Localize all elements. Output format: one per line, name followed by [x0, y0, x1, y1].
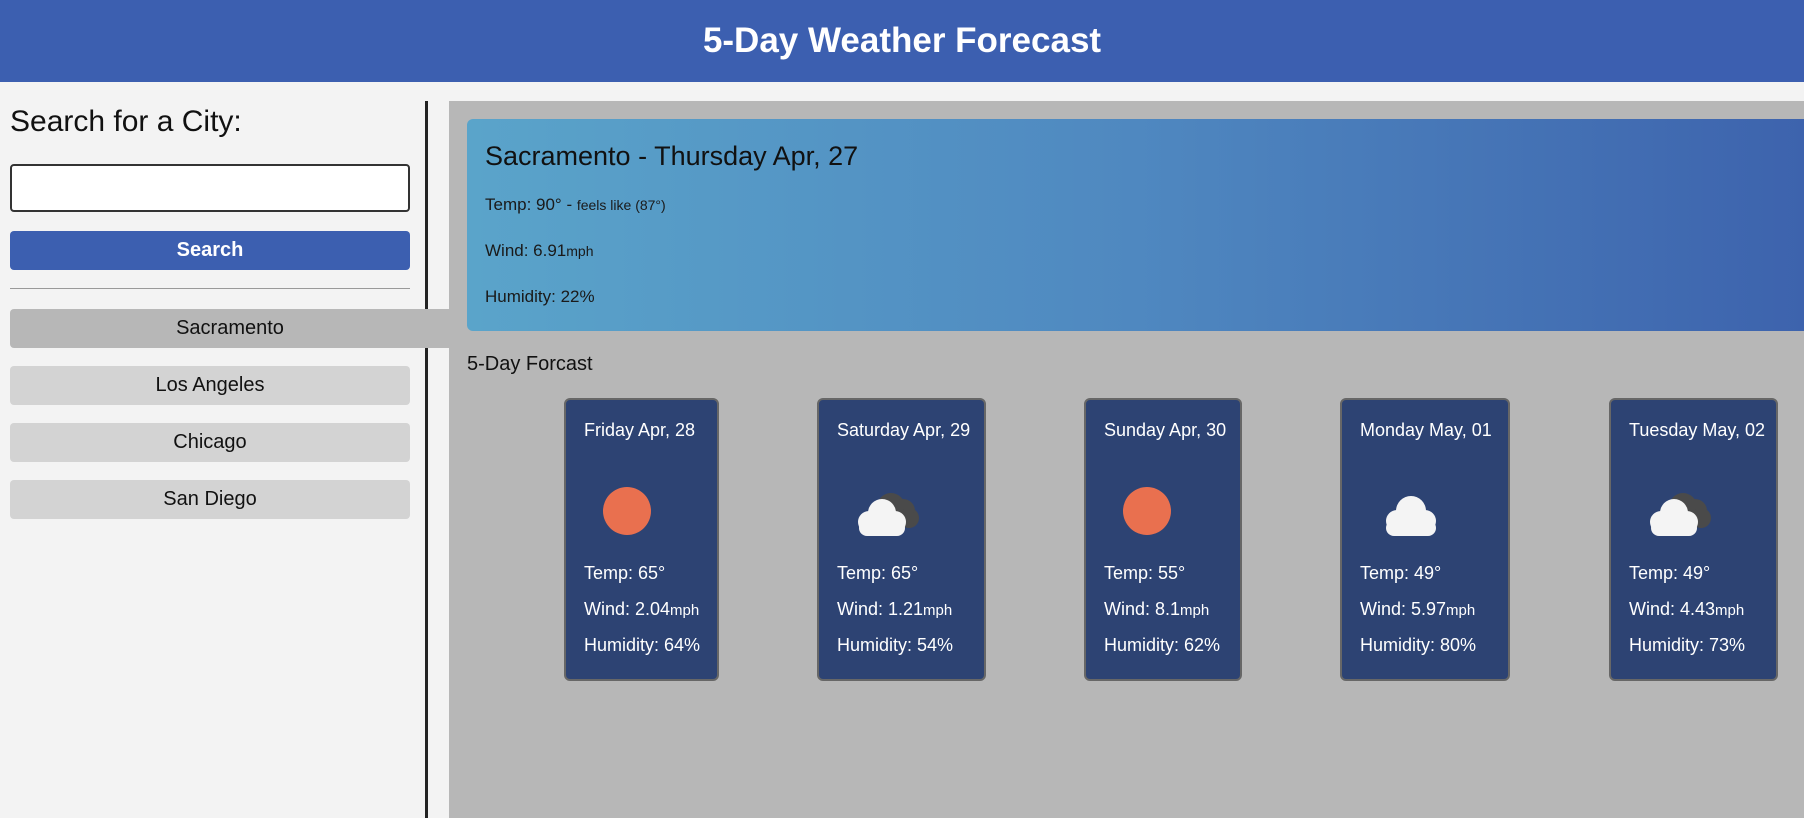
forecast-wind: Wind: 1.21mph — [837, 599, 952, 620]
forecast-temp: Temp: 49° — [1629, 563, 1711, 583]
forecast-temp: Temp: 65° — [584, 563, 666, 583]
forecast-temp: Temp: 55° — [1104, 563, 1186, 583]
divider — [10, 288, 410, 289]
forecast-temp: Temp: 49° — [1360, 563, 1442, 583]
forecast-wind-unit: mph — [1446, 602, 1476, 619]
search-button[interactable]: Search — [10, 231, 410, 270]
search-input[interactable] — [10, 164, 410, 212]
forecast-humidity: Humidity: 73% — [1629, 635, 1746, 655]
current-temp-value: Temp: 90° - — [485, 195, 573, 214]
current-feels-like: feels like (87°) — [576, 197, 666, 213]
forecast-wind-unit: mph — [1180, 602, 1210, 619]
forecast-wind: Wind: 2.04mph — [584, 599, 699, 620]
search-history: Sacramento Los Angeles Chicago San Diego — [10, 309, 450, 537]
current-wind-unit: mph — [566, 243, 594, 259]
forecast-humidity: Humidity: 54% — [837, 635, 954, 655]
current-wind-value: Wind: 6.91 — [485, 241, 567, 260]
forecast-humidity: Humidity: 62% — [1104, 635, 1221, 655]
history-item-chicago[interactable]: Chicago — [10, 423, 410, 462]
forecast-date: Tuesday May, 02 — [1629, 420, 1766, 440]
sun-icon — [602, 480, 672, 540]
forecast-card: Sunday Apr, 30 Temp: 55° Wind: 8.1mph Hu… — [1084, 398, 1242, 681]
sidebar: Search for a City: Search Sacramento Los… — [0, 101, 450, 818]
forecast-date: Monday May, 01 — [1360, 420, 1492, 440]
partly-cloudy-icon — [851, 480, 921, 540]
forecast-date: Sunday Apr, 30 — [1104, 420, 1227, 440]
history-item-los-angeles[interactable]: Los Angeles — [10, 366, 410, 405]
main-panel: Sacramento - Thursday Apr, 27 Temp: 90° … — [449, 101, 1804, 818]
history-item-san-diego[interactable]: San Diego — [10, 480, 410, 519]
current-temp: Temp: 90° - feels like (87°) — [485, 192, 1786, 218]
cloud-icon — [1378, 480, 1448, 540]
forecast-temp: Temp: 65° — [837, 563, 919, 583]
page-title: 5-Day Weather Forecast — [702, 21, 1102, 60]
forecast-humidity: Humidity: 64% — [584, 635, 701, 655]
forecast-wind: Wind: 4.43mph — [1629, 599, 1744, 620]
forecast-date: Saturday Apr, 29 — [837, 420, 971, 440]
forecast-card: Friday Apr, 28 Temp: 65° Wind: 2.04mph H… — [564, 398, 719, 681]
forecast-date: Friday Apr, 28 — [584, 420, 696, 440]
search-label: Search for a City: — [10, 105, 242, 138]
partly-cloudy-icon — [1643, 480, 1713, 540]
forecast-card: Saturday Apr, 29 Temp: 65° Wind: 1.21mph — [817, 398, 986, 681]
forecast-wind-unit: mph — [1715, 602, 1745, 619]
forecast-wind-value: Wind: 2.04 — [584, 599, 671, 619]
forecast-wind-value: Wind: 5.97 — [1360, 599, 1447, 619]
forecast-title: 5-Day Forcast — [467, 353, 593, 375]
app-header: 5-Day Weather Forecast — [0, 0, 1804, 82]
forecast-card: Monday May, 01 Temp: 49° Wind: 5.97mph H… — [1340, 398, 1510, 681]
forecast-wind-value: Wind: 4.43 — [1629, 599, 1716, 619]
current-humidity: Humidity: 22% — [485, 287, 595, 306]
history-item-sacramento[interactable]: Sacramento — [10, 309, 450, 348]
current-title: Sacramento - Thursday Apr, 27 — [485, 141, 859, 171]
current-weather-card: Sacramento - Thursday Apr, 27 Temp: 90° … — [467, 119, 1804, 331]
forecast-wind-unit: mph — [670, 602, 700, 619]
forecast-humidity: Humidity: 80% — [1360, 635, 1477, 655]
forecast-wind-value: Wind: 1.21 — [837, 599, 924, 619]
sun-icon — [1122, 480, 1192, 540]
current-wind: Wind: 6.91mph — [485, 238, 1786, 264]
forecast-wind: Wind: 8.1mph — [1104, 599, 1209, 620]
forecast-wind: Wind: 5.97mph — [1360, 599, 1475, 620]
forecast-wind-value: Wind: 8.1 — [1104, 599, 1181, 619]
forecast-card: Tuesday May, 02 Temp: 49° Wind: 4.43mph — [1609, 398, 1778, 681]
forecast-wind-unit: mph — [923, 602, 953, 619]
